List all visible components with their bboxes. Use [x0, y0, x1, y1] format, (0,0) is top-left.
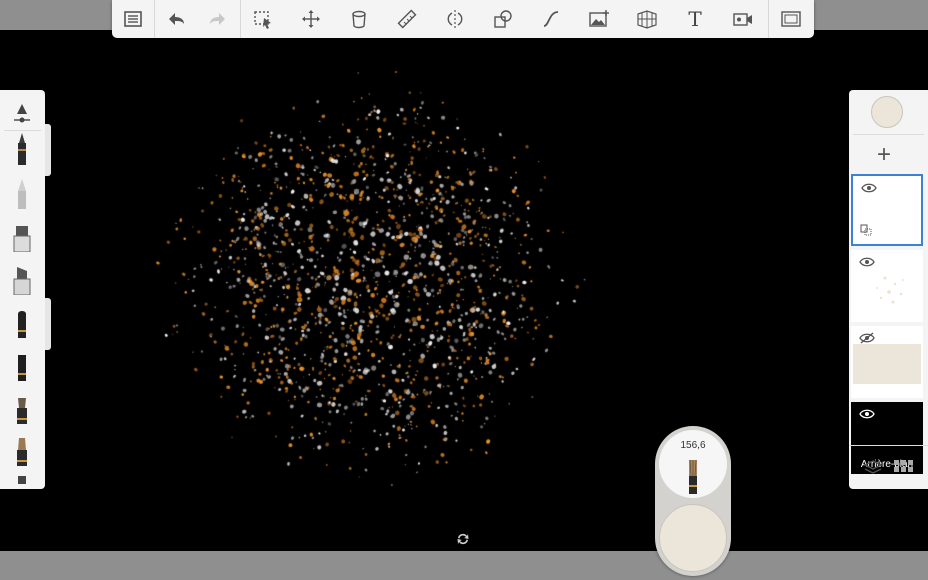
layers-panel: + Arrière-plan: [849, 90, 928, 489]
toolbar-divider: [154, 0, 155, 38]
ruler-icon[interactable]: [390, 4, 424, 34]
text-icon: T: [688, 7, 702, 31]
system-bottom-bar: [0, 551, 928, 580]
shape-icon[interactable]: [486, 4, 520, 34]
airbrush-brush-icon[interactable]: [9, 177, 35, 209]
perspective-icon[interactable]: [630, 4, 664, 34]
chisel-marker-icon[interactable]: [9, 263, 35, 295]
flat-brush-icon[interactable]: [9, 349, 35, 381]
transform-icon[interactable]: [294, 4, 328, 34]
eye-hidden-icon[interactable]: [859, 332, 875, 344]
text-tool[interactable]: T: [678, 4, 712, 34]
main-toolbar: T: [112, 0, 814, 38]
puck-color-swatch[interactable]: [659, 504, 727, 572]
palette-tab[interactable]: [45, 298, 51, 350]
sync-icon[interactable]: [456, 532, 470, 546]
oil-brush-icon[interactable]: [9, 434, 35, 466]
symmetry-icon[interactable]: [438, 4, 472, 34]
fullscreen-icon[interactable]: [774, 4, 808, 34]
curve-icon[interactable]: [534, 4, 568, 34]
panel-divider: [853, 134, 924, 135]
ink-brush-icon[interactable]: [9, 306, 35, 338]
grid-view-icon[interactable]: [894, 460, 914, 474]
current-brush-icon: [689, 459, 697, 494]
more-brushes-icon[interactable]: [9, 470, 35, 489]
toolbar-divider: [768, 0, 769, 38]
palette-tab[interactable]: [45, 124, 51, 176]
blend-mode-icon: [860, 224, 872, 236]
layers-icon[interactable]: [864, 460, 882, 476]
marker-brush-icon[interactable]: [9, 220, 35, 252]
selection-icon[interactable]: [246, 4, 280, 34]
layer-preview: [853, 344, 921, 384]
layer-thumbnail-1[interactable]: [851, 174, 923, 246]
image-icon[interactable]: [582, 4, 616, 34]
layer-preview: [876, 276, 904, 304]
toolbar-divider: [240, 0, 241, 38]
brush-size-value: 156,6: [680, 440, 706, 451]
drawing-canvas[interactable]: [0, 30, 928, 551]
add-layer-button[interactable]: +: [877, 143, 891, 167]
paint-brush-icon[interactable]: [9, 392, 35, 424]
brush-puck[interactable]: 156,6: [655, 426, 731, 576]
eye-icon[interactable]: [861, 182, 877, 194]
menu-list-icon[interactable]: [116, 4, 150, 34]
undo-icon[interactable]: [159, 4, 193, 34]
bucket-icon[interactable]: [342, 4, 376, 34]
brush-settings-icon[interactable]: [9, 94, 35, 126]
paint-splatter: [0, 30, 928, 551]
layer-thumbnail-2[interactable]: [851, 250, 923, 322]
layer-thumbnail-3[interactable]: [851, 326, 923, 398]
brush-size-control[interactable]: 156,6: [659, 430, 727, 498]
pencil-brush-icon[interactable]: [9, 133, 35, 165]
redo-icon[interactable]: [201, 4, 235, 34]
record-icon[interactable]: [726, 4, 760, 34]
brush-palette: [0, 90, 51, 489]
layers-footer: [849, 445, 928, 489]
eye-icon[interactable]: [859, 408, 875, 420]
current-color-swatch[interactable]: [871, 96, 903, 128]
